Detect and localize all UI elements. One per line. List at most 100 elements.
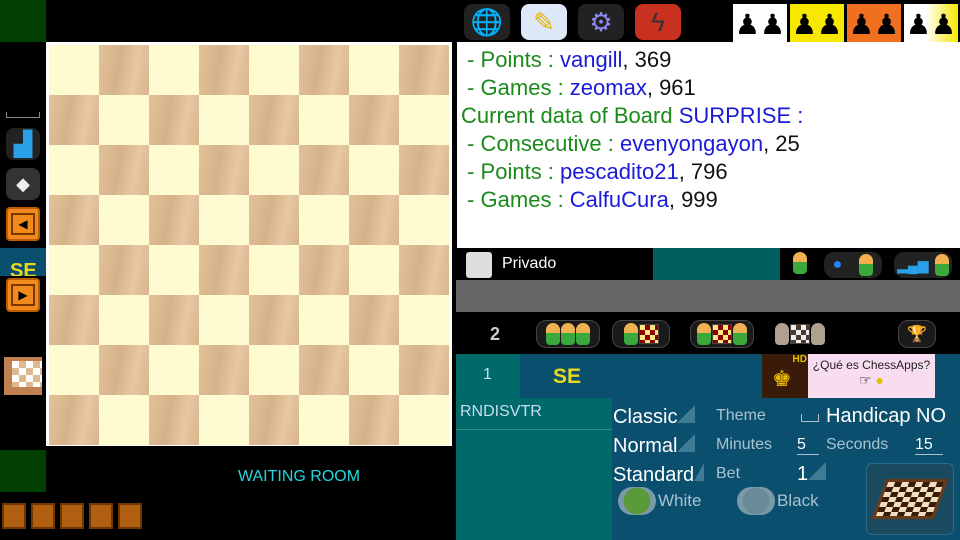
- game-type-select[interactable]: Classic: [613, 405, 696, 429]
- board-square[interactable]: [399, 195, 449, 245]
- board-square[interactable]: [199, 295, 249, 345]
- board-square[interactable]: [149, 95, 199, 145]
- prev-arrow-icon[interactable]: ◀: [6, 207, 40, 241]
- gray-board-filter[interactable]: [768, 320, 832, 348]
- board-square[interactable]: [199, 95, 249, 145]
- search-user-icon[interactable]: ●: [824, 252, 882, 278]
- board-square[interactable]: [299, 95, 349, 145]
- handicap-select[interactable]: Handicap NO: [826, 405, 946, 428]
- board-square[interactable]: [399, 95, 449, 145]
- board-square[interactable]: [149, 195, 199, 245]
- private-checkbox[interactable]: [466, 252, 492, 278]
- user-block-icon[interactable]: [788, 252, 812, 278]
- theme-yellow-white[interactable]: ♟♟: [904, 4, 958, 44]
- board-square[interactable]: [199, 395, 249, 445]
- board-square[interactable]: [49, 195, 99, 245]
- board-square[interactable]: [249, 295, 299, 345]
- board-square[interactable]: [349, 145, 399, 195]
- table-number-cell[interactable]: 1: [456, 354, 520, 398]
- board-square[interactable]: [149, 345, 199, 395]
- board-square[interactable]: [199, 245, 249, 295]
- chessapps-ad[interactable]: HD ♚ ¿Qué es ChessApps? ☞ ●: [762, 354, 935, 398]
- board-square[interactable]: [99, 245, 149, 295]
- square-button[interactable]: [31, 503, 55, 529]
- theme-select[interactable]: [801, 414, 819, 422]
- player-link[interactable]: zeomax: [570, 75, 647, 100]
- board-square[interactable]: [99, 195, 149, 245]
- board-square[interactable]: [249, 345, 299, 395]
- ranking-user-icon[interactable]: ▂▄▆: [894, 252, 952, 278]
- board-square[interactable]: [349, 345, 399, 395]
- white-radio[interactable]: White: [618, 487, 701, 515]
- board-square[interactable]: [249, 45, 299, 95]
- three-players-filter[interactable]: [536, 320, 600, 348]
- board-square[interactable]: [199, 345, 249, 395]
- player-link[interactable]: vangill: [560, 47, 622, 72]
- board-square[interactable]: [49, 95, 99, 145]
- board-square[interactable]: [99, 45, 149, 95]
- board-square[interactable]: [349, 295, 399, 345]
- square-button[interactable]: [2, 503, 26, 529]
- board-square[interactable]: [199, 145, 249, 195]
- board-square[interactable]: [149, 295, 199, 345]
- board-square[interactable]: [149, 245, 199, 295]
- bet-select[interactable]: 1: [797, 462, 827, 486]
- globe-icon[interactable]: 🌐: [464, 4, 510, 40]
- board-square[interactable]: [399, 345, 449, 395]
- seconds-input[interactable]: 15: [915, 436, 943, 455]
- board-square[interactable]: [49, 45, 99, 95]
- board-square[interactable]: [399, 245, 449, 295]
- board-square[interactable]: [349, 395, 399, 445]
- board-square[interactable]: [399, 45, 449, 95]
- board-square[interactable]: [199, 45, 249, 95]
- board-square[interactable]: [249, 245, 299, 295]
- board-square[interactable]: [399, 145, 449, 195]
- waiting-room-label[interactable]: WAITING ROOM: [238, 468, 360, 486]
- speed-select[interactable]: Normal: [613, 434, 696, 458]
- board-square[interactable]: [99, 95, 149, 145]
- board-square[interactable]: [149, 45, 199, 95]
- board-square[interactable]: [349, 95, 399, 145]
- board-square[interactable]: [299, 245, 349, 295]
- next-arrow-icon[interactable]: ▶: [6, 278, 40, 312]
- variant-select[interactable]: Standard: [613, 463, 705, 487]
- settings-gear-icon[interactable]: ⚙: [578, 4, 624, 40]
- board-square[interactable]: [249, 95, 299, 145]
- board-square[interactable]: [299, 395, 349, 445]
- board-square[interactable]: [349, 245, 399, 295]
- armchair-icon[interactable]: ▟: [6, 128, 40, 160]
- player-vs-board-filter[interactable]: [612, 320, 670, 348]
- board-square[interactable]: [349, 45, 399, 95]
- player-link[interactable]: CalfuCura: [570, 187, 669, 212]
- board-square[interactable]: [299, 295, 349, 345]
- board-square[interactable]: [49, 245, 99, 295]
- board-square[interactable]: [99, 395, 149, 445]
- square-button[interactable]: [89, 503, 113, 529]
- board-square[interactable]: [149, 395, 199, 445]
- board-square[interactable]: [49, 395, 99, 445]
- player-board-player-filter[interactable]: [690, 320, 754, 348]
- table-list-item[interactable]: RNDISVTR: [456, 398, 612, 430]
- board-square[interactable]: [249, 145, 299, 195]
- board-square[interactable]: [49, 295, 99, 345]
- edit-icon[interactable]: ✎: [521, 4, 567, 40]
- theme-white[interactable]: ♟♟: [733, 4, 787, 44]
- board-square[interactable]: [399, 295, 449, 345]
- board-square[interactable]: [299, 345, 349, 395]
- theme-orange[interactable]: ♟♟: [847, 4, 901, 44]
- board-square[interactable]: [299, 195, 349, 245]
- board-square[interactable]: [399, 395, 449, 445]
- theme-yellow[interactable]: ♟♟: [790, 4, 844, 44]
- player-link[interactable]: pescadito21: [560, 159, 679, 184]
- play-board-button[interactable]: [866, 463, 954, 535]
- board-square[interactable]: [99, 345, 149, 395]
- board-square[interactable]: [49, 145, 99, 195]
- board-coordinates-icon[interactable]: [4, 357, 42, 395]
- board-square[interactable]: [299, 145, 349, 195]
- board-square[interactable]: [199, 195, 249, 245]
- board-square[interactable]: [99, 295, 149, 345]
- minutes-input[interactable]: 5: [797, 436, 819, 455]
- board-square[interactable]: [49, 345, 99, 395]
- board-square[interactable]: [249, 195, 299, 245]
- board-square[interactable]: [99, 145, 149, 195]
